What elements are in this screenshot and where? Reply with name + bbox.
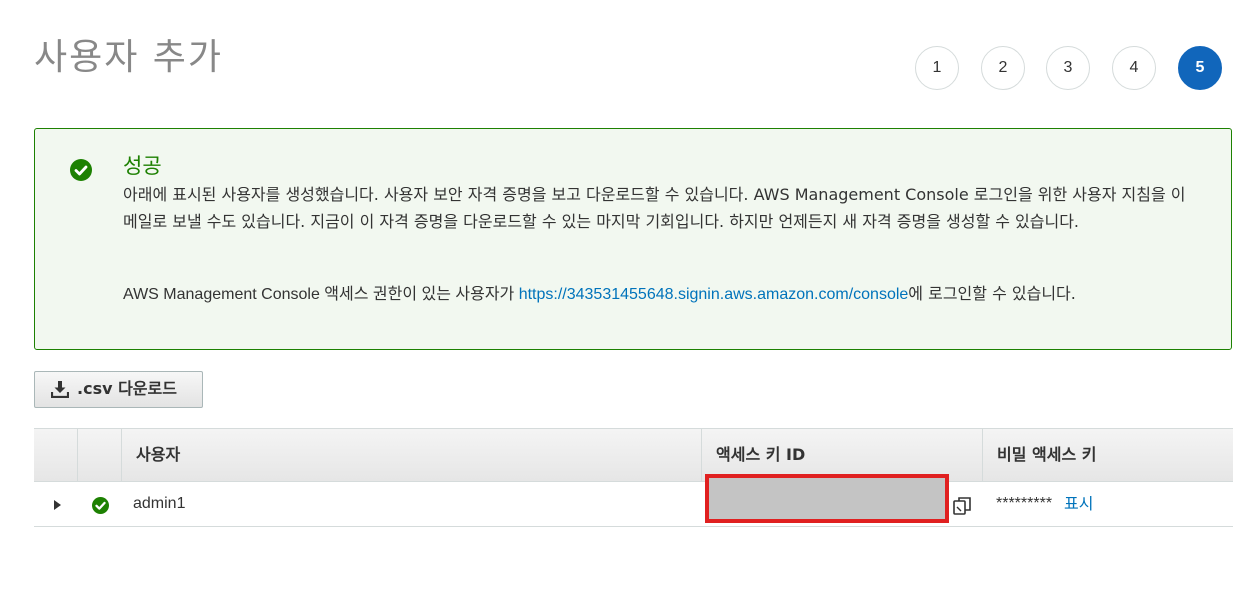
table-row: admin1 ********* 표시 xyxy=(34,474,1233,527)
alert-title: 성공 xyxy=(123,154,162,178)
step-2[interactable]: 2 xyxy=(981,46,1025,90)
user-name-cell: admin1 xyxy=(133,495,186,512)
header-secret-access-key[interactable]: 비밀 액세스 키 xyxy=(983,429,1233,481)
header-status-col xyxy=(78,429,122,481)
header-user[interactable]: 사용자 xyxy=(122,429,702,481)
header-expand-col xyxy=(34,429,78,481)
download-csv-label: .csv 다운로드 xyxy=(77,379,177,398)
redacted-access-key-id xyxy=(705,474,949,523)
success-alert: 성공 아래에 표시된 사용자를 생성했습니다. 사용자 보안 자격 증명을 보고… xyxy=(34,128,1232,350)
secret-key-mask: ********* xyxy=(996,495,1053,512)
step-4[interactable]: 4 xyxy=(1112,46,1156,90)
copy-icon[interactable] xyxy=(952,495,974,517)
step-3[interactable]: 3 xyxy=(1046,46,1090,90)
console-signin-link[interactable]: https://343531455648.signin.aws.amazon.c… xyxy=(519,286,909,303)
page-title: 사용자 추가 xyxy=(34,37,224,78)
table-header: 사용자 액세스 키 ID 비밀 액세스 키 xyxy=(34,428,1233,482)
step-1[interactable]: 1 xyxy=(915,46,959,90)
alert-console-message: AWS Management Console 액세스 권한이 있는 사용자가 h… xyxy=(123,280,1223,308)
download-csv-button[interactable]: .csv 다운로드 xyxy=(34,371,203,408)
console-suffix-text: 에 로그인할 수 있습니다. xyxy=(908,284,1076,303)
console-prefix-text: AWS Management Console 액세스 권한이 있는 사용자가 xyxy=(123,286,519,303)
alert-message: 아래에 표시된 사용자를 생성했습니다. 사용자 보안 자격 증명을 보고 다운… xyxy=(123,185,1186,231)
download-icon xyxy=(51,381,69,398)
success-check-icon xyxy=(92,497,109,514)
check-circle-icon xyxy=(70,159,92,181)
step-5-current: 5 xyxy=(1178,46,1222,90)
show-secret-link[interactable]: 표시 xyxy=(1064,482,1093,526)
expand-row-icon[interactable] xyxy=(54,500,61,510)
